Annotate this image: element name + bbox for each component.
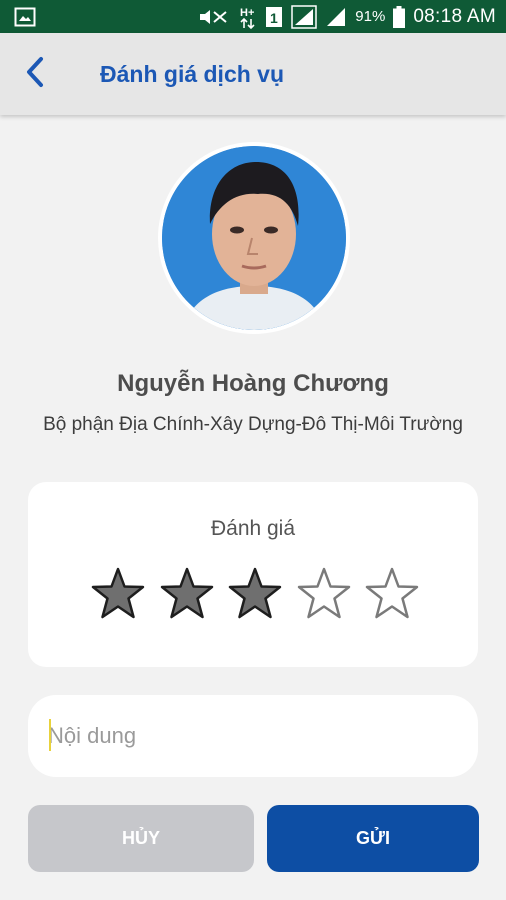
signal-icon bbox=[291, 4, 318, 29]
person-department: Bộ phận Địa Chính-Xây Dựng-Đô Thị-Môi Tr… bbox=[43, 414, 463, 435]
status-bar: H+ 1 91% 08:18 AM bbox=[0, 0, 506, 33]
send-button[interactable]: GỬI bbox=[267, 805, 479, 872]
signal-icon-2 bbox=[325, 6, 347, 28]
content-field-container bbox=[28, 695, 478, 777]
star-3-icon[interactable] bbox=[227, 566, 283, 622]
svg-text:1: 1 bbox=[270, 10, 278, 26]
back-button[interactable] bbox=[0, 33, 70, 115]
star-5-icon[interactable] bbox=[364, 566, 420, 622]
star-1-icon[interactable] bbox=[90, 566, 146, 622]
text-caret bbox=[49, 719, 51, 751]
star-2-icon[interactable] bbox=[159, 566, 215, 622]
back-arrow-icon bbox=[24, 56, 46, 93]
content-input[interactable] bbox=[48, 695, 458, 777]
app-bar: Đánh giá dịch vụ bbox=[0, 33, 506, 115]
person-name: Nguyễn Hoàng Chương bbox=[117, 370, 389, 397]
battery-icon bbox=[393, 5, 406, 28]
gallery-icon bbox=[14, 7, 36, 27]
cancel-button[interactable]: HỦY bbox=[28, 805, 254, 872]
mute-icon bbox=[197, 7, 231, 27]
avatar bbox=[158, 142, 350, 334]
hplus-data-icon: H+ bbox=[239, 5, 257, 29]
svg-text:H+: H+ bbox=[240, 7, 254, 19]
rating-card: Đánh giá bbox=[28, 482, 478, 667]
sim1-icon: 1 bbox=[265, 6, 283, 28]
rating-label: Đánh giá bbox=[210, 517, 296, 540]
star-4-icon[interactable] bbox=[296, 566, 352, 622]
avatar-photo bbox=[162, 146, 346, 330]
status-time: 08:18 AM bbox=[413, 5, 496, 27]
battery-percent: 91% bbox=[355, 8, 386, 25]
star-rating bbox=[90, 566, 420, 622]
page-title: Đánh giá dịch vụ bbox=[100, 60, 285, 87]
